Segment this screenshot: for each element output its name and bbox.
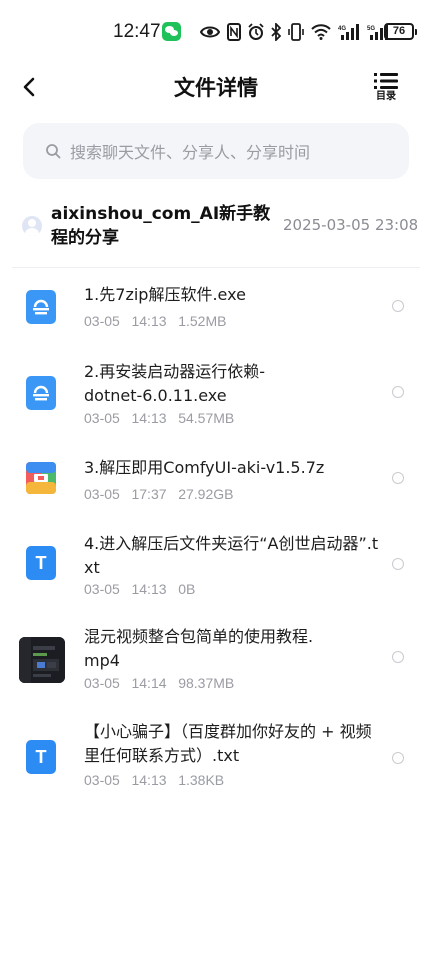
exe-file-icon	[26, 290, 56, 324]
signal-4g-icon: 4G	[338, 24, 359, 40]
toc-label: 目录	[376, 91, 396, 102]
select-radio[interactable]	[392, 651, 404, 663]
battery-icon: 76	[384, 23, 417, 40]
search-icon	[46, 144, 61, 159]
file-meta: 03-05 14:13 1.38KB	[84, 772, 225, 788]
file-meta: 03-05 14:14 98.37MB	[84, 675, 235, 691]
select-radio[interactable]	[392, 558, 404, 570]
archive-file-icon	[26, 462, 56, 496]
search-input[interactable]: 搜索聊天文件、分享人、分享时间	[23, 123, 409, 179]
wechat-notification-icon	[162, 22, 181, 41]
alarm-icon	[248, 23, 264, 40]
nfc-icon	[227, 23, 241, 41]
title-bar: 文件详情 目录	[0, 62, 432, 114]
status-time: 12:47	[113, 21, 161, 42]
share-date: 2025-03-05 23:08	[283, 216, 419, 234]
file-name: 3.解压即用ComfyUI-aki-v1.5.7z	[84, 458, 325, 477]
search-placeholder: 搜索聊天文件、分享人、分享时间	[70, 143, 311, 162]
select-radio[interactable]	[392, 752, 404, 764]
file-item[interactable]: T 4.进入解压后文件夹运行“A创世启动器”.txt 03-05 14:13 0…	[0, 534, 432, 624]
svg-text:4G: 4G	[338, 26, 346, 32]
file-item[interactable]: T 【小心骗子】（百度群加你好友的 + 视频里任何联系方式）.txt 03-05…	[0, 720, 432, 816]
svg-text:5G: 5G	[367, 26, 375, 32]
wifi-icon	[311, 24, 331, 40]
status-icons: 4G 5G	[200, 20, 389, 44]
file-name: 1.先7zip解压软件.exe	[84, 285, 246, 304]
video-thumbnail	[19, 637, 65, 683]
file-name: 混元视频整合包简单的使用教程.mp4	[84, 627, 314, 670]
file-name: 2.再安装启动器运行依赖-dotnet-6.0.11.exe	[84, 362, 266, 405]
file-meta: 03-05 14:13 1.52MB	[84, 313, 227, 329]
file-item[interactable]: 3.解压即用ComfyUI-aki-v1.5.7z 03-05 17:37 27…	[0, 450, 432, 534]
file-meta: 03-05 17:37 27.92GB	[84, 486, 234, 502]
share-header: aixinshou_com_AI新手教程的分享 2025-03-05 23:08	[0, 196, 432, 258]
status-bar: 12:47 4G 5G 76	[0, 0, 432, 62]
toc-button[interactable]: 目录	[368, 72, 404, 110]
bluetooth-icon	[271, 23, 281, 41]
select-radio[interactable]	[392, 472, 404, 484]
text-file-icon: T	[26, 740, 56, 774]
file-item[interactable]: 1.先7zip解压软件.exe 03-05 14:13 1.52MB	[0, 268, 432, 354]
text-file-icon: T	[26, 546, 56, 580]
file-item[interactable]: 2.再安装启动器运行依赖-dotnet-6.0.11.exe 03-05 14:…	[0, 354, 432, 450]
eye-icon	[200, 26, 220, 38]
exe-file-icon	[26, 376, 56, 410]
file-meta: 03-05 14:13 0B	[84, 581, 196, 597]
file-name: 4.进入解压后文件夹运行“A创世启动器”.txt	[84, 534, 379, 577]
avatar[interactable]	[22, 216, 42, 236]
list-icon	[374, 73, 398, 89]
select-radio[interactable]	[392, 386, 404, 398]
file-meta: 03-05 14:13 54.57MB	[84, 410, 235, 426]
file-item[interactable]: 混元视频整合包简单的使用教程.mp4 03-05 14:14 98.37MB	[0, 624, 432, 720]
share-title: aixinshou_com_AI新手教程的分享	[51, 204, 271, 248]
file-name: 【小心骗子】（百度群加你好友的 + 视频里任何联系方式）.txt	[84, 722, 372, 765]
vibrate-icon	[288, 23, 304, 41]
select-radio[interactable]	[392, 300, 404, 312]
